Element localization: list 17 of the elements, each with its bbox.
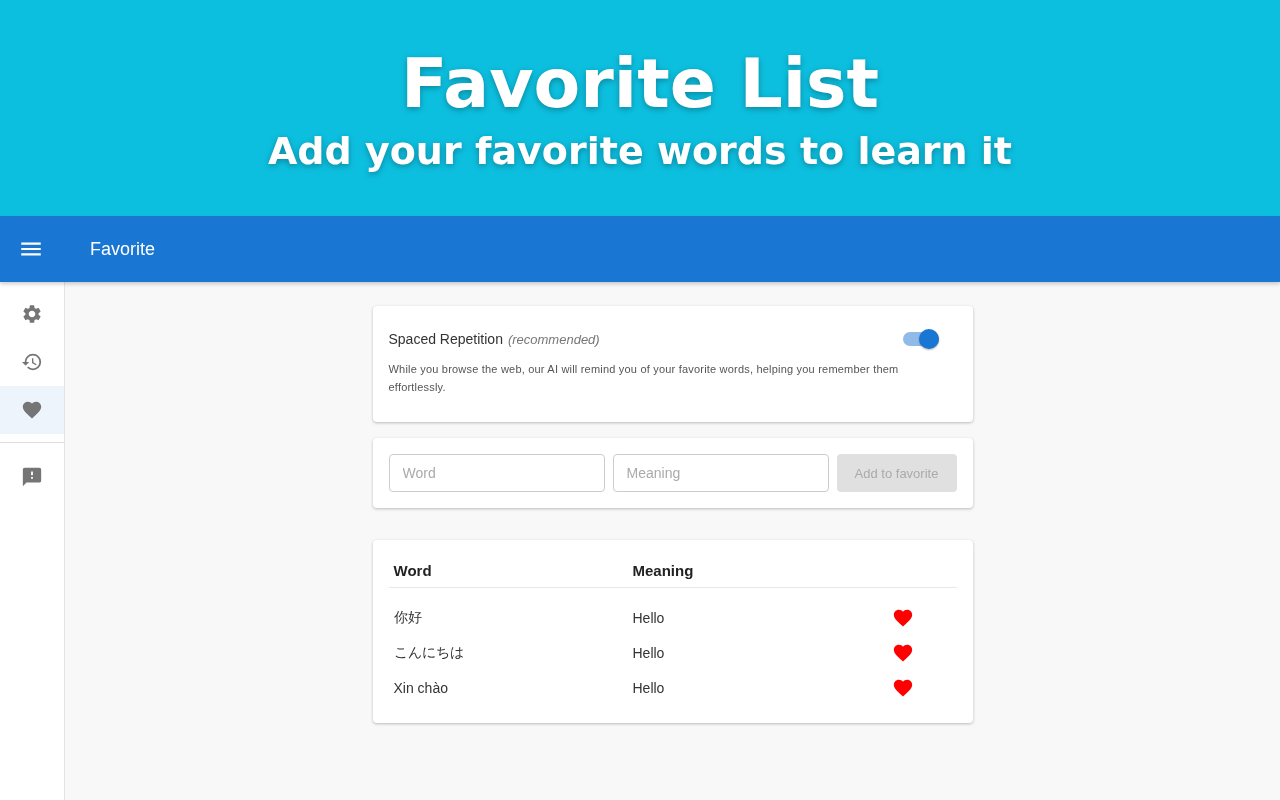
table-cell: 你好 [393, 608, 422, 627]
app-title: Favorite [90, 238, 156, 260]
banner-title: Favorite List [400, 43, 880, 125]
meaning-field[interactable]: Meaning [612, 454, 829, 492]
table-cell: こんにちは [393, 643, 464, 662]
table-cell: Hello [632, 679, 665, 696]
setting-note: (recommended) [507, 332, 600, 347]
toggle-switch[interactable] [902, 332, 939, 346]
word-field[interactable]: Word [388, 454, 605, 492]
column-header: Meaning [632, 562, 695, 579]
table-cell: Xin chào [393, 679, 448, 696]
table-cell: Hello [632, 609, 665, 626]
table-cell: Hello [632, 644, 665, 661]
setting-description: While you browse the web, our AI will remind you of your favorite words, helping you remember them effortlessly. [388, 362, 900, 395]
banner-subtitle: Add your favorite words to learn it [267, 128, 1013, 174]
column-header: Word [393, 562, 433, 579]
setting-label: Spaced Repetition [388, 331, 503, 347]
